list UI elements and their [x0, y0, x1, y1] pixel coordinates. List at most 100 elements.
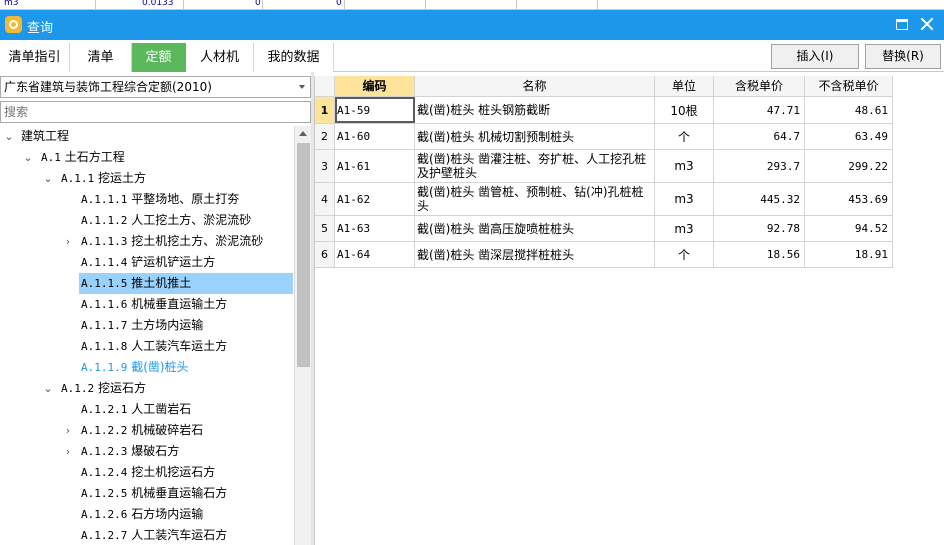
quota-library-select[interactable]: 广东省建筑与装饰工程综合定额(2010): [0, 76, 311, 98]
search-input[interactable]: [0, 101, 311, 123]
row-index: 3: [315, 150, 335, 182]
row-unit: m3: [655, 150, 714, 182]
tree-node-code: A.1.2.1: [81, 403, 128, 416]
tree-node-code: A.1.2.6: [81, 508, 128, 521]
row-unit: m3: [655, 183, 714, 215]
tree-node-label: 截(凿)桩头: [131, 360, 189, 374]
tree-node-code: A.1.1.4: [81, 256, 128, 269]
row-code[interactable]: A1-64: [335, 242, 415, 267]
tree-node-code: A.1.1.8: [81, 340, 128, 353]
tree-node-label: 铲运机铲运土方: [131, 255, 216, 269]
tree-node-code: A.1.2.2: [81, 424, 128, 437]
scroll-up-icon[interactable]: [299, 131, 307, 136]
row-tax-price: 445.32: [714, 183, 805, 215]
tree-node-code: A.1.2.5: [81, 487, 128, 500]
tree-node-code: A.1: [41, 151, 61, 164]
row-name: 截(凿)桩头 凿深层搅拌桩桩头: [415, 242, 655, 267]
strip-value-1: 0.0133: [142, 0, 174, 8]
tree-scrollbar[interactable]: [294, 126, 311, 545]
tab-list-guide[interactable]: 清单指引: [0, 43, 70, 72]
row-code[interactable]: A1-62: [335, 183, 415, 215]
tab-bar: 清单指引 清单 定额 人材机 我的数据 插入(I) 替换(R): [0, 40, 944, 72]
tree-node-code: A.1.2.3: [81, 445, 128, 458]
row-code[interactable]: A1-61: [335, 150, 415, 182]
tab-list[interactable]: 清单: [70, 43, 132, 72]
table-row[interactable]: 3 A1-61 截(凿)桩头 凿灌注桩、夯扩桩、人工挖孔桩及护壁桩头 m3 29…: [315, 150, 893, 183]
tab-my-data[interactable]: 我的数据: [254, 43, 334, 72]
dropdown-arrow-icon: [299, 85, 305, 89]
row-tax-price: 293.7: [714, 150, 805, 182]
row-code[interactable]: A1-59: [335, 97, 415, 123]
tree-node-code: A.1.1.2: [81, 214, 128, 227]
close-icon[interactable]: [919, 16, 935, 32]
tree-node-code: A.1.2.7: [81, 529, 128, 542]
row-index: 2: [315, 124, 335, 149]
row-name: 截(凿)桩头 凿灌注桩、夯扩桩、人工挖孔桩及护壁桩头: [415, 150, 655, 182]
tree-node-label: 挖土机挖土方、淤泥流砂: [131, 234, 264, 248]
row-unit: 10根: [655, 97, 714, 123]
chevron-right-icon[interactable]: ›: [62, 441, 74, 462]
tab-quota[interactable]: 定额: [132, 43, 186, 72]
tree-node-label: 平整场地、原土打夯: [131, 192, 240, 206]
tree-node-label: 土方场内运输: [131, 318, 204, 332]
header-code[interactable]: 编码: [335, 76, 415, 96]
tree-node-code: A.1.1.3: [81, 235, 128, 248]
row-notax-price: 299.22: [805, 150, 893, 182]
scrollbar-thumb[interactable]: [297, 143, 310, 367]
row-notax-price: 453.69: [805, 183, 893, 215]
background-grid-strip: m3 0.0133 0 0: [0, 0, 944, 10]
table-row[interactable]: 4 A1-62 截(凿)桩头 凿管桩、预制桩、钻(冲)孔桩桩头 m3 445.3…: [315, 183, 893, 216]
row-unit: 个: [655, 124, 714, 149]
tab-labor-material-machine[interactable]: 人材机: [186, 43, 254, 72]
tree-node-label: 爆破石方: [131, 444, 180, 458]
row-name: 截(凿)桩头 凿管桩、预制桩、钻(冲)孔桩桩头: [415, 183, 655, 215]
chevron-right-icon[interactable]: ›: [62, 231, 74, 252]
tree-node-label: 挖运石方: [97, 381, 146, 395]
window-title: 查询: [27, 21, 54, 36]
tree-node-code: A.1.1.7: [81, 319, 128, 332]
row-index: 4: [315, 183, 335, 215]
chevron-down-icon[interactable]: ⌄: [42, 378, 54, 399]
tree-node-label: 挖运土方: [97, 171, 146, 185]
header-notax-price[interactable]: 不含税单价: [805, 76, 893, 96]
row-code[interactable]: A1-63: [335, 216, 415, 241]
row-tax-price: 47.71: [714, 97, 805, 123]
table-row[interactable]: 6 A1-64 截(凿)桩头 凿深层搅拌桩桩头 个 18.56 18.91: [315, 242, 893, 268]
header-index: [315, 76, 335, 96]
quota-tree: ⌄ 建筑工程 ⌄ A.1 土石方工程 ⌄ A.1.1 挖运土方 A.1.1.1 …: [0, 126, 294, 545]
table-row[interactable]: 2 A1-60 截(凿)桩头 机械切割预制桩头 个 64.7 63.49: [315, 124, 893, 150]
tree-node-code: A.1.1.5: [81, 277, 128, 290]
tree-node-code: A.1.2.4: [81, 466, 128, 479]
table-row[interactable]: 1 A1-59 截(凿)桩头 桩头钢筋截断 10根 47.71 48.61: [315, 97, 893, 124]
window-titlebar: 查询: [0, 10, 944, 40]
tree-node-label: 人工凿岩石: [131, 402, 192, 416]
chevron-down-icon[interactable]: ⌄: [22, 147, 34, 168]
row-code[interactable]: A1-60: [335, 124, 415, 149]
header-unit[interactable]: 单位: [655, 76, 714, 96]
tree-node-label: 人工装汽车运石方: [131, 528, 228, 542]
app-logo-icon: [5, 16, 22, 33]
quota-grid: 编码 名称 单位 含税单价 不含税单价 1 A1-59 截(凿)桩头 桩头钢筋截…: [314, 76, 944, 545]
row-name: 截(凿)桩头 凿高压旋喷桩桩头: [415, 216, 655, 241]
tree-node-label: 人工挖土方、淤泥流砂: [131, 213, 252, 227]
row-name: 截(凿)桩头 桩头钢筋截断: [415, 97, 655, 123]
insert-button[interactable]: 插入(I): [771, 44, 859, 69]
table-row[interactable]: 5 A1-63 截(凿)桩头 凿高压旋喷桩桩头 m3 92.78 94.52: [315, 216, 893, 242]
row-notax-price: 94.52: [805, 216, 893, 241]
replace-button[interactable]: 替换(R): [865, 44, 941, 69]
header-tax-price[interactable]: 含税单价: [714, 76, 805, 96]
tree-node-label: 挖土机挖运石方: [131, 465, 216, 479]
row-index: 5: [315, 216, 335, 241]
row-unit: 个: [655, 242, 714, 267]
chevron-right-icon[interactable]: ›: [62, 420, 74, 441]
tree-node-label: 建筑工程: [21, 129, 70, 143]
strip-unit: m3: [4, 0, 19, 8]
chevron-down-icon[interactable]: ⌄: [42, 168, 54, 189]
header-name[interactable]: 名称: [415, 76, 655, 96]
row-name: 截(凿)桩头 机械切割预制桩头: [415, 124, 655, 149]
maximize-icon[interactable]: [896, 19, 908, 30]
tree-node-label: 人工装汽车运土方: [131, 339, 228, 353]
chevron-down-icon[interactable]: ⌄: [3, 126, 15, 147]
strip-value-2: 0: [255, 0, 261, 8]
row-notax-price: 63.49: [805, 124, 893, 149]
